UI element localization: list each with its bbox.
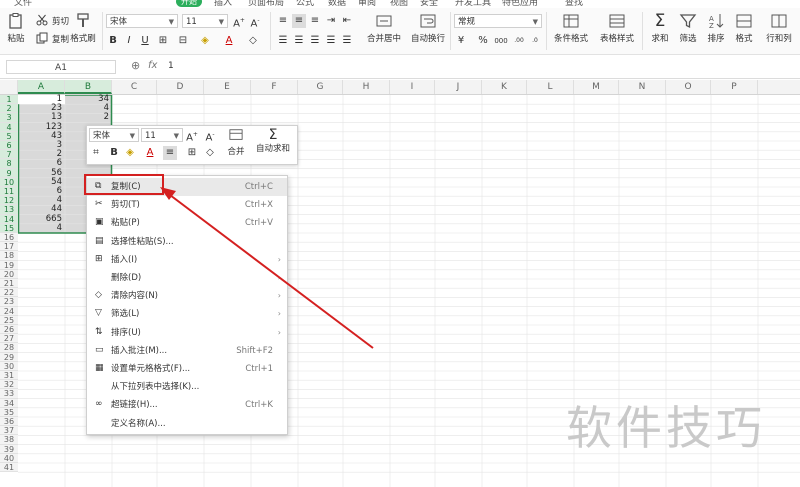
watermark-text: 软件技巧 [566, 401, 766, 455]
